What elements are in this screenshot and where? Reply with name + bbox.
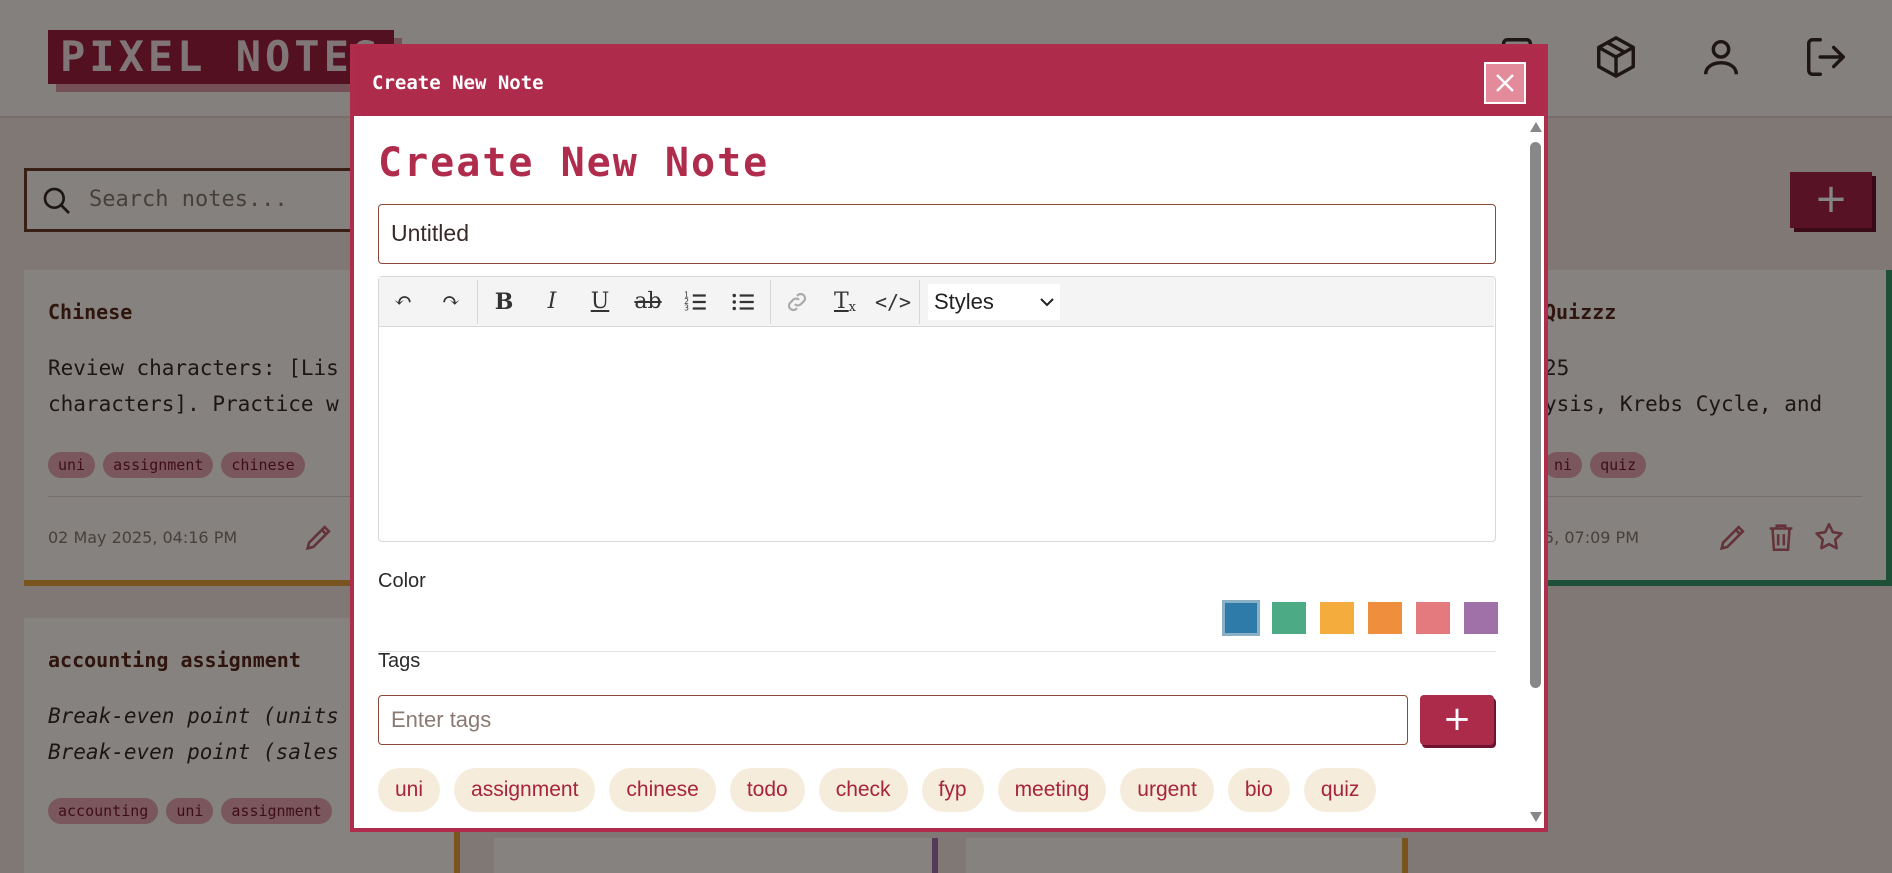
color-swatch[interactable] — [1416, 602, 1450, 634]
toolbar-divider — [770, 279, 771, 324]
styles-dropdown[interactable]: Styles — [928, 283, 1060, 320]
tag-suggestions: uni assignment chinese todo check fyp meeting u… — [378, 768, 1508, 812]
code-button[interactable]: </> — [869, 280, 917, 324]
tag-chip[interactable]: assignment — [454, 768, 596, 812]
close-button[interactable] — [1484, 62, 1526, 104]
tag-chip[interactable]: meeting — [997, 768, 1107, 812]
page-title: Create New Note — [378, 140, 770, 186]
color-picker — [1222, 600, 1498, 636]
tag-chip[interactable]: bio — [1227, 768, 1290, 812]
scroll-up-icon[interactable] — [1530, 122, 1542, 132]
clear-format-button[interactable]: Tx — [821, 280, 869, 324]
scrollbar-thumb[interactable] — [1530, 142, 1541, 688]
color-swatch[interactable] — [1368, 602, 1402, 634]
numbered-list-button[interactable]: 123 — [672, 280, 720, 324]
tag-chip[interactable]: todo — [729, 768, 805, 812]
scroll-down-icon[interactable] — [1530, 812, 1542, 822]
rich-text-editor: ↶ ↷ B I U ab 123 Tx </> Styles — [378, 276, 1496, 542]
modal-body: Create New Note Untitled ↶ ↷ B I U ab 12… — [354, 116, 1528, 828]
underline-button[interactable]: U — [576, 280, 624, 324]
link-icon — [787, 292, 807, 311]
toolbar-divider — [477, 279, 478, 324]
italic-button[interactable]: I — [528, 280, 576, 324]
add-tag-button[interactable]: + — [1420, 695, 1494, 745]
editor-content-area[interactable] — [379, 329, 1494, 539]
chevron-down-icon — [1040, 297, 1054, 306]
color-swatch[interactable] — [1464, 602, 1498, 634]
tag-chip[interactable]: check — [818, 768, 908, 812]
tag-chip[interactable]: fyp — [921, 768, 984, 812]
note-title-input[interactable]: Untitled — [378, 204, 1496, 264]
section-divider — [378, 651, 1496, 652]
tag-chip[interactable]: chinese — [609, 768, 716, 812]
bullet-list-icon — [732, 293, 754, 310]
redo-button[interactable]: ↷ — [427, 280, 475, 324]
tag-chip[interactable]: urgent — [1120, 768, 1214, 812]
create-note-modal: Create New Note Create New Note Untitled… — [350, 44, 1548, 832]
svg-text:3: 3 — [684, 303, 689, 312]
tag-chip[interactable]: quiz — [1303, 768, 1377, 812]
clear-format-icon: T — [833, 289, 849, 314]
color-swatch[interactable] — [1222, 600, 1260, 636]
bullet-list-button[interactable] — [720, 280, 768, 324]
tags-input[interactable]: Enter tags — [378, 695, 1408, 745]
styles-dropdown-value: Styles — [934, 288, 994, 314]
modal-scrollbar[interactable] — [1526, 116, 1544, 828]
link-button[interactable] — [773, 280, 821, 324]
numbered-list-icon: 123 — [684, 290, 706, 312]
color-swatch[interactable] — [1320, 602, 1354, 634]
color-swatch[interactable] — [1272, 602, 1306, 634]
tags-label: Tags — [378, 650, 421, 672]
editor-toolbar: ↶ ↷ B I U ab 123 Tx </> Styles — [379, 277, 1494, 327]
tag-chip[interactable]: uni — [378, 768, 441, 812]
strikethrough-button[interactable]: ab — [624, 280, 672, 324]
close-icon — [1496, 74, 1514, 92]
toolbar-divider — [919, 279, 920, 324]
color-label: Color — [378, 570, 426, 592]
modal-header: Create New Note — [354, 48, 1544, 116]
undo-button[interactable]: ↶ — [379, 280, 427, 324]
bold-button[interactable]: B — [480, 280, 528, 324]
modal-title: Create New Note — [372, 72, 544, 94]
